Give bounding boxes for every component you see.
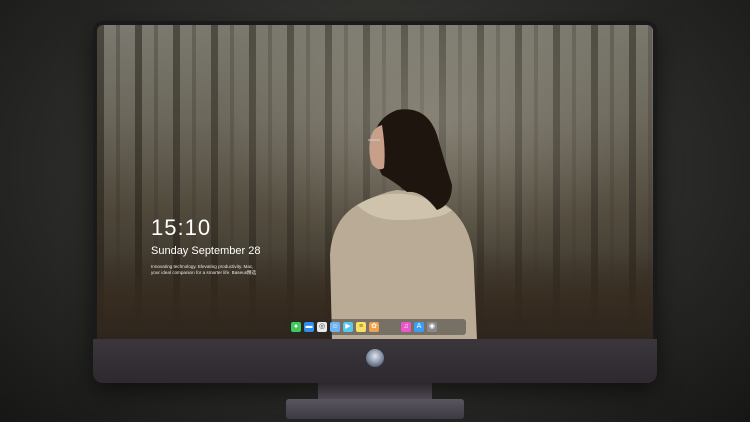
clock-time: 15:10 <box>151 215 212 240</box>
messages-icon[interactable]: ● <box>291 322 301 332</box>
wallpaper-person <box>330 109 477 339</box>
photos-icon[interactable]: ✿ <box>369 322 379 332</box>
brand-logo-icon <box>366 349 384 367</box>
appstore-icon[interactable]: A <box>414 322 424 332</box>
music-icon[interactable]: ♫ <box>401 322 411 332</box>
lock-clock: 15:10 Sunday September 28 Innovating tec… <box>151 215 260 276</box>
lock-screen[interactable]: 15:10 Sunday September 28 Innovating tec… <box>97 25 653 339</box>
camera-icon[interactable]: ◉ <box>427 322 437 332</box>
files-icon[interactable]: ▬ <box>304 322 314 332</box>
finder-icon[interactable]: ☺ <box>330 322 340 332</box>
tagline-text: Innovating technology. Elevating product… <box>151 264 257 275</box>
clock-date: Sunday September 28 <box>151 245 261 257</box>
imac-monitor: 15:10 Sunday September 28 Innovating tec… <box>93 21 657 383</box>
monitor-stand-neck <box>318 383 432 399</box>
notes-icon[interactable]: ≡ <box>356 322 366 332</box>
video-icon[interactable]: ▶ <box>343 322 353 332</box>
monitor-stand-base <box>286 399 464 419</box>
dock: ● ▬ ◎ ☺ ▶ ≡ ✿ ♫ A ◉ <box>287 319 466 335</box>
monitor-chin <box>93 339 657 383</box>
safari-icon[interactable]: ◎ <box>317 322 327 332</box>
